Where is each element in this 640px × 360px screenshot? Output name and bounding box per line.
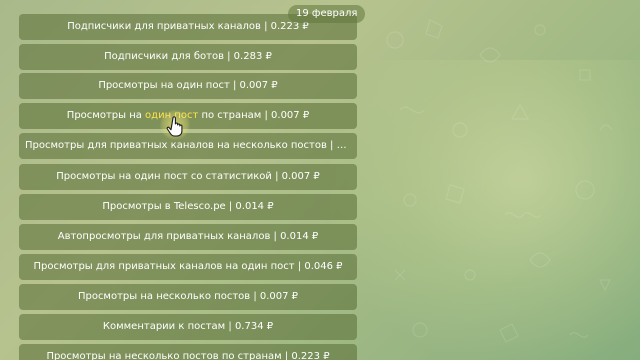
keyboard-button-auto-views-private[interactable]: Автопросмотры для приватных каналов | 0.… bbox=[19, 224, 357, 250]
keyboard-button-views-multiple-posts-by-country[interactable]: Просмотры на несколько постов по странам… bbox=[19, 344, 357, 360]
keyboard-button-private-views-single-post[interactable]: Просмотры для приватных каналов на один … bbox=[19, 254, 357, 280]
button-label-suffix: по странам | 0.007 ₽ bbox=[198, 110, 310, 121]
background-glow bbox=[330, 60, 640, 360]
button-label-prefix: Просмотры на bbox=[66, 110, 146, 121]
keyboard-button-bot-subscribers[interactable]: Подписчики для ботов | 0.283 ₽ bbox=[19, 44, 357, 70]
keyboard-button-views-single-post[interactable]: Просмотры на один пост | 0.007 ₽ bbox=[19, 73, 357, 99]
keyboard-button-views-single-post-stats[interactable]: Просмотры на один пост со статистикой | … bbox=[19, 164, 357, 190]
keyboard-button-telescope-views[interactable]: Просмотры в Telesco.pe | 0.014 ₽ bbox=[19, 194, 357, 220]
mouse-cursor bbox=[160, 110, 190, 140]
hand-pointer-icon bbox=[166, 116, 183, 137]
date-badge: 19 февраля bbox=[288, 5, 366, 23]
keyboard-button-post-comments[interactable]: Комментарии к постам | 0.734 ₽ bbox=[19, 314, 357, 340]
keyboard-button-views-multiple-posts[interactable]: Просмотры на несколько постов | 0.007 ₽ bbox=[19, 284, 357, 310]
